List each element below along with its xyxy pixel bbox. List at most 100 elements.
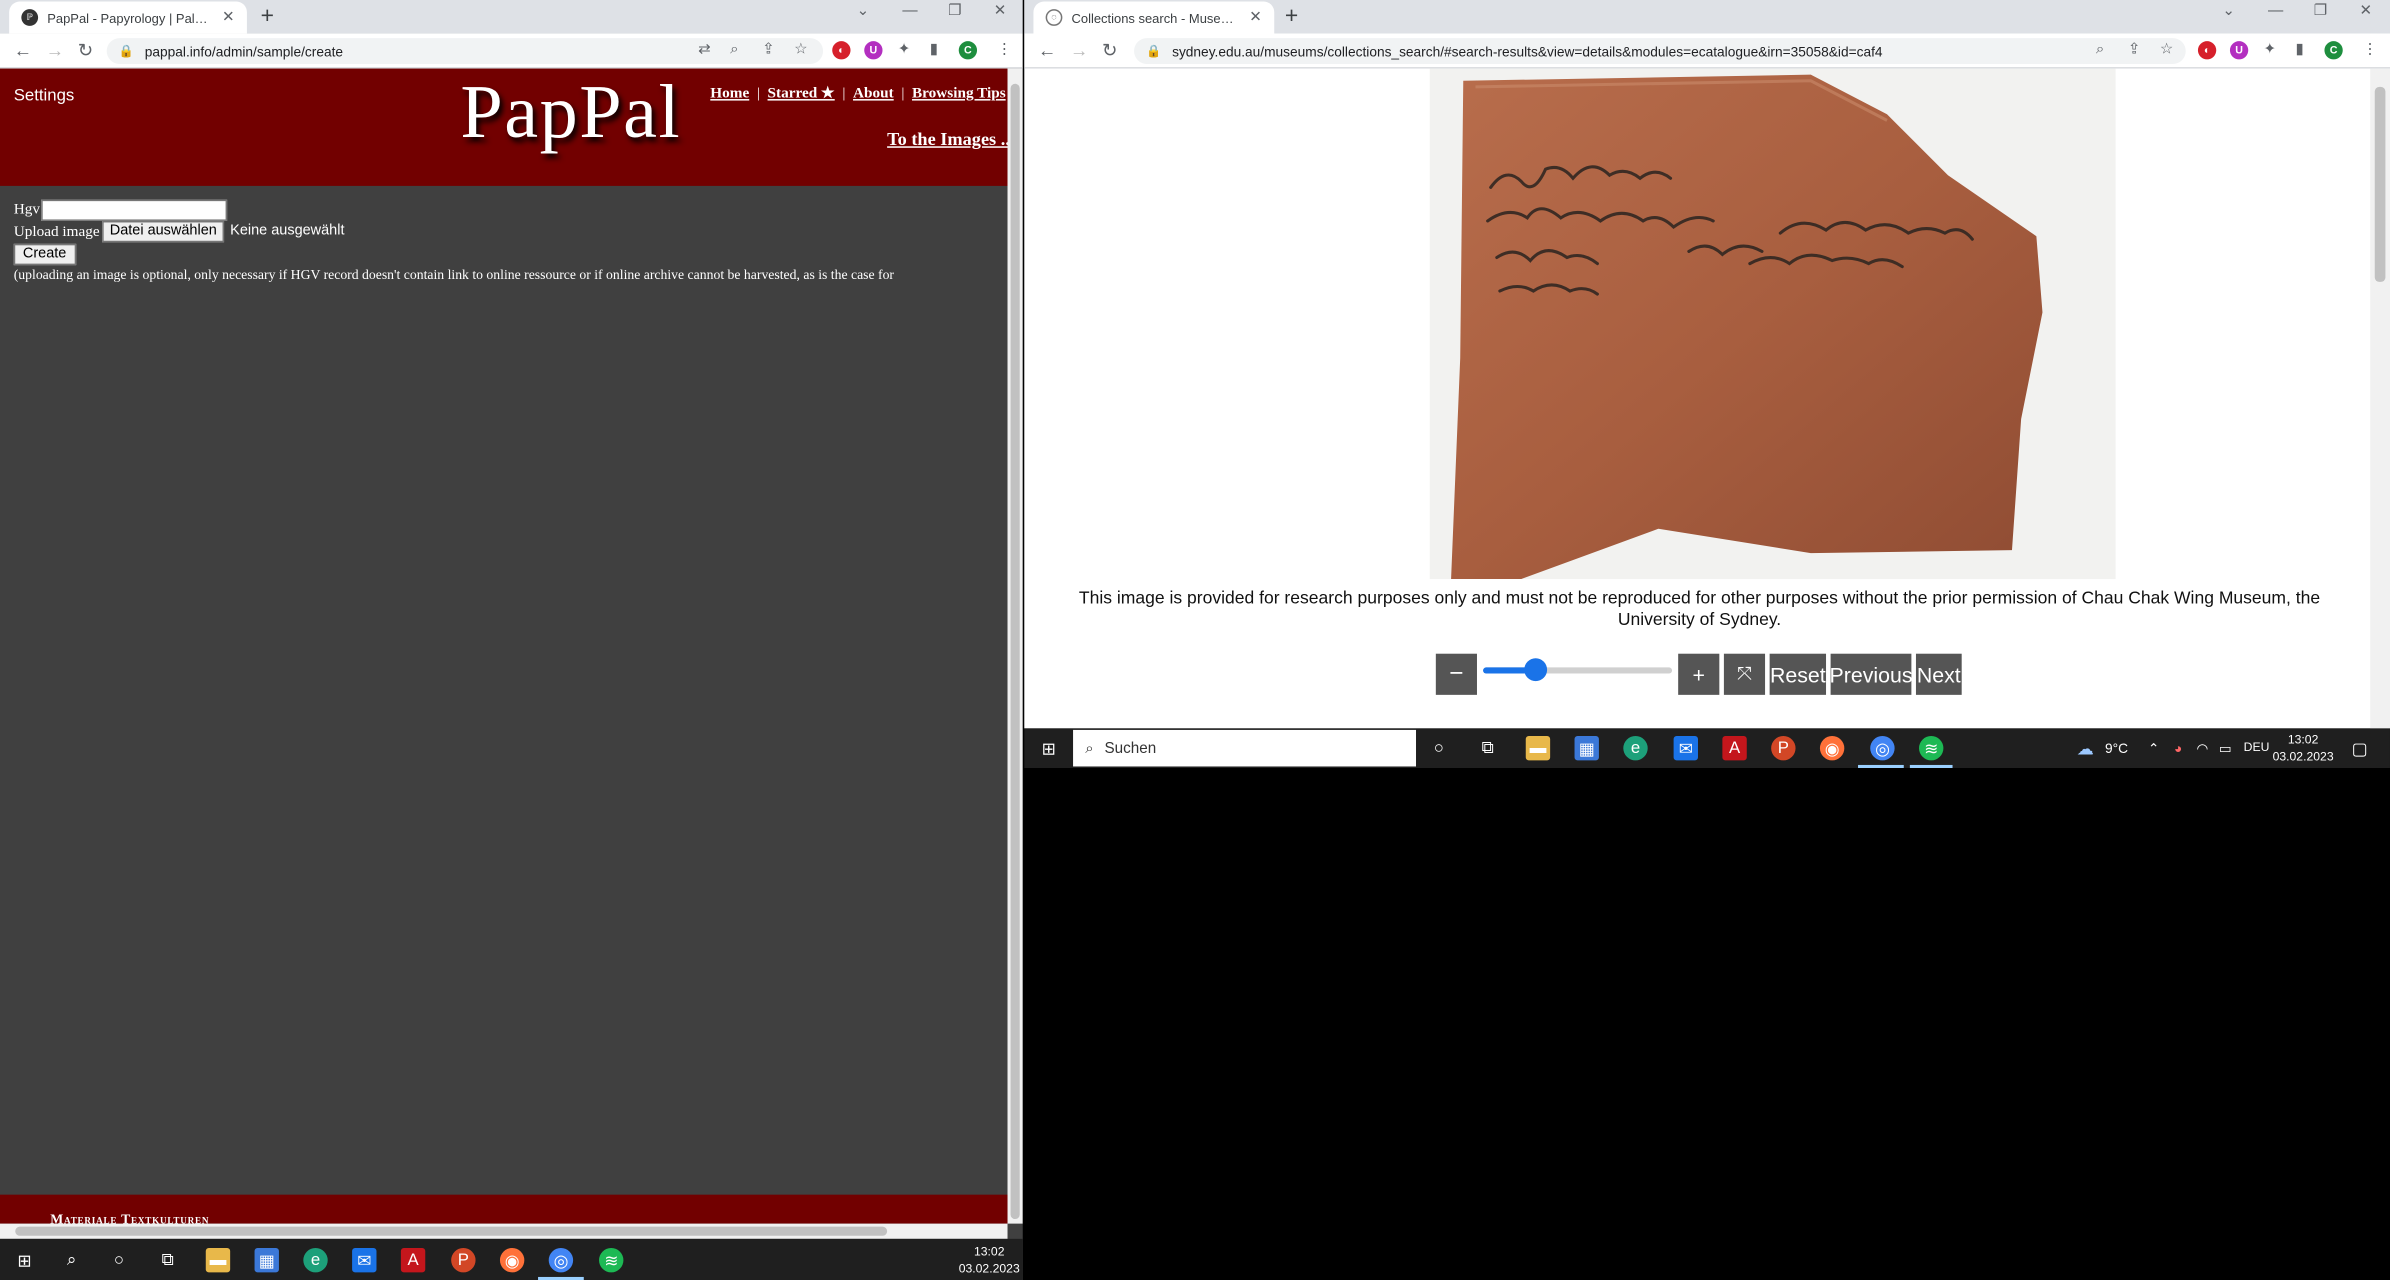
forward-icon[interactable]: → — [1070, 40, 1088, 61]
horizontal-scrollbar[interactable] — [0, 1223, 1008, 1239]
taskbar-search-box[interactable]: ⌕ Suchen — [1073, 729, 1417, 767]
weather-cloud-icon[interactable]: ☁ — [2073, 736, 2097, 760]
pappal-logo[interactable]: PapPal — [460, 67, 681, 155]
profile-avatar[interactable]: C — [958, 41, 978, 60]
previous-button[interactable]: Previous — [1829, 653, 1913, 695]
reset-button[interactable]: Reset — [1769, 653, 1827, 695]
translate-icon[interactable]: ⇄ — [698, 41, 711, 58]
new-tab-icon[interactable]: + — [1285, 3, 1298, 29]
chevron-up-icon[interactable]: ⌃ — [2142, 736, 2166, 760]
nav-starred[interactable]: Starred ★ — [768, 85, 835, 102]
address-bar[interactable]: 🔒 sydney.edu.au/museums/collections_sear… — [1134, 38, 2186, 65]
reload-icon[interactable]: ↻ — [78, 40, 93, 61]
tab-collections-search[interactable]: ◌ Collections search - Museums - The Uni… — [1033, 1, 1275, 34]
windows-start-icon[interactable]: ⊞ — [12, 1248, 36, 1272]
puzzle-extensions-icon[interactable]: ✦ — [2263, 41, 2276, 58]
to-the-images-link[interactable]: To the Images ... — [887, 128, 1014, 151]
cortana-icon[interactable]: ○ — [107, 1248, 131, 1272]
forward-icon[interactable]: → — [46, 40, 64, 61]
acrobat-icon[interactable]: A — [400, 1248, 426, 1273]
chrome-icon[interactable]: ◎ — [1870, 736, 1895, 761]
profile-avatar[interactable]: C — [2324, 41, 2343, 60]
share-icon[interactable]: ⇪ — [762, 41, 775, 58]
edge-icon[interactable]: e — [1623, 736, 1648, 761]
close-window-icon[interactable]: ✕ — [994, 3, 1007, 20]
notification-icon[interactable]: ▢ — [2347, 736, 2371, 760]
powerpoint-icon[interactable]: P — [451, 1248, 476, 1273]
share-icon[interactable]: ⇪ — [2128, 41, 2141, 58]
zoom-out-button[interactable]: − — [1435, 653, 1477, 695]
menu-icon[interactable]: ⋮ — [2363, 41, 2378, 58]
address-bar[interactable]: 🔒 pappal.info/admin/sample/create — [106, 38, 824, 65]
zoom-icon[interactable]: ⌕ — [730, 41, 739, 58]
minimize-icon[interactable]: — — [902, 3, 917, 20]
edge-icon[interactable]: e — [303, 1248, 328, 1273]
input-language[interactable]: DEU — [2244, 741, 2270, 755]
zoom-slider[interactable] — [1483, 667, 1673, 674]
zoom-icon[interactable]: ⌕ — [2096, 41, 2105, 58]
file-explorer-icon[interactable]: ▬ — [205, 1248, 231, 1273]
clock[interactable]: 13:02 03.02.2023 — [957, 1243, 1021, 1277]
scroll-thumb[interactable] — [1010, 83, 1020, 1220]
settings-link[interactable]: Settings — [14, 87, 75, 105]
spotify-icon[interactable]: ≋ — [599, 1248, 624, 1273]
reload-icon[interactable]: ↻ — [1102, 40, 1117, 61]
scroll-thumb[interactable] — [15, 1226, 888, 1236]
back-icon[interactable]: ← — [14, 40, 32, 61]
vertical-scrollbar[interactable] — [1007, 68, 1023, 1224]
tab-search-icon[interactable]: ⌄ — [857, 3, 870, 20]
store-icon[interactable]: ▦ — [1574, 736, 1599, 761]
extension-icon[interactable]: U — [2229, 41, 2249, 60]
restore-icon[interactable]: ❐ — [948, 3, 962, 20]
network-warning-icon[interactable]: ◕ — [2166, 736, 2190, 760]
powerpoint-icon[interactable]: P — [1771, 736, 1796, 761]
back-icon[interactable]: ← — [1038, 40, 1056, 61]
acrobat-icon[interactable]: A — [1722, 736, 1747, 761]
firefox-icon[interactable]: ◉ — [1819, 736, 1845, 761]
close-window-icon[interactable]: ✕ — [2360, 3, 2373, 20]
extension-icon[interactable]: U — [864, 41, 883, 60]
tab-pappal[interactable]: ℙ PapPal - Papyrology | Paleography ✕ — [9, 1, 247, 34]
spotify-icon[interactable]: ≋ — [1919, 736, 1944, 761]
zoom-in-button[interactable]: + — [1678, 653, 1720, 695]
menu-icon[interactable]: ⋮ — [997, 41, 1012, 58]
file-explorer-icon[interactable]: ▬ — [1525, 736, 1551, 761]
restore-icon[interactable]: ❐ — [2314, 3, 2328, 20]
tab-search-icon[interactable]: ⌄ — [2222, 3, 2235, 20]
extension-icon[interactable]: ◐ — [2197, 41, 2217, 60]
cortana-icon[interactable]: ○ — [1427, 736, 1451, 760]
close-icon[interactable]: ✕ — [222, 9, 235, 26]
task-view-icon[interactable]: ⧉ — [1475, 736, 1499, 760]
search-icon[interactable]: ⌕ — [59, 1248, 83, 1272]
nav-about[interactable]: About — [853, 85, 894, 102]
bookmark-star-icon[interactable]: ☆ — [2160, 41, 2174, 58]
scroll-thumb[interactable] — [2374, 86, 2386, 282]
new-tab-icon[interactable]: + — [261, 3, 274, 29]
bookmark-star-icon[interactable]: ☆ — [794, 41, 808, 58]
object-image-viewer[interactable] — [1429, 68, 2116, 580]
weather-temperature[interactable]: 9°C — [2105, 741, 2128, 756]
mail-icon[interactable]: ✉ — [352, 1248, 377, 1273]
create-button[interactable]: Create — [13, 243, 76, 266]
windows-start-icon[interactable]: ⊞ — [1036, 736, 1060, 760]
store-icon[interactable]: ▦ — [254, 1248, 279, 1273]
next-button[interactable]: Next — [1915, 653, 1962, 695]
side-panel-icon[interactable]: ▮ — [930, 41, 938, 58]
wifi-icon[interactable]: ◠ — [2190, 736, 2214, 760]
task-view-icon[interactable]: ⧉ — [155, 1248, 179, 1272]
clock[interactable]: 13:02 03.02.2023 — [2271, 731, 2335, 765]
firefox-icon[interactable]: ◉ — [499, 1248, 525, 1273]
side-panel-icon[interactable]: ▮ — [2295, 41, 2303, 58]
battery-icon[interactable]: ▭ — [2213, 736, 2237, 760]
puzzle-extensions-icon[interactable]: ✦ — [898, 41, 911, 58]
nav-browsing-tips[interactable]: Browsing Tips — [912, 85, 1006, 102]
choose-file-button[interactable]: Datei auswählen — [102, 220, 225, 243]
hgv-input[interactable] — [41, 199, 228, 221]
vertical-scrollbar[interactable] — [2370, 68, 2390, 729]
nav-home[interactable]: Home — [710, 85, 749, 102]
extension-icon[interactable]: ◐ — [832, 41, 851, 60]
fit-screen-icon[interactable]: ⤧ — [1723, 653, 1766, 695]
chrome-icon[interactable]: ◎ — [548, 1248, 574, 1273]
minimize-icon[interactable]: — — [2268, 3, 2283, 20]
mail-icon[interactable]: ✉ — [1673, 736, 1698, 761]
